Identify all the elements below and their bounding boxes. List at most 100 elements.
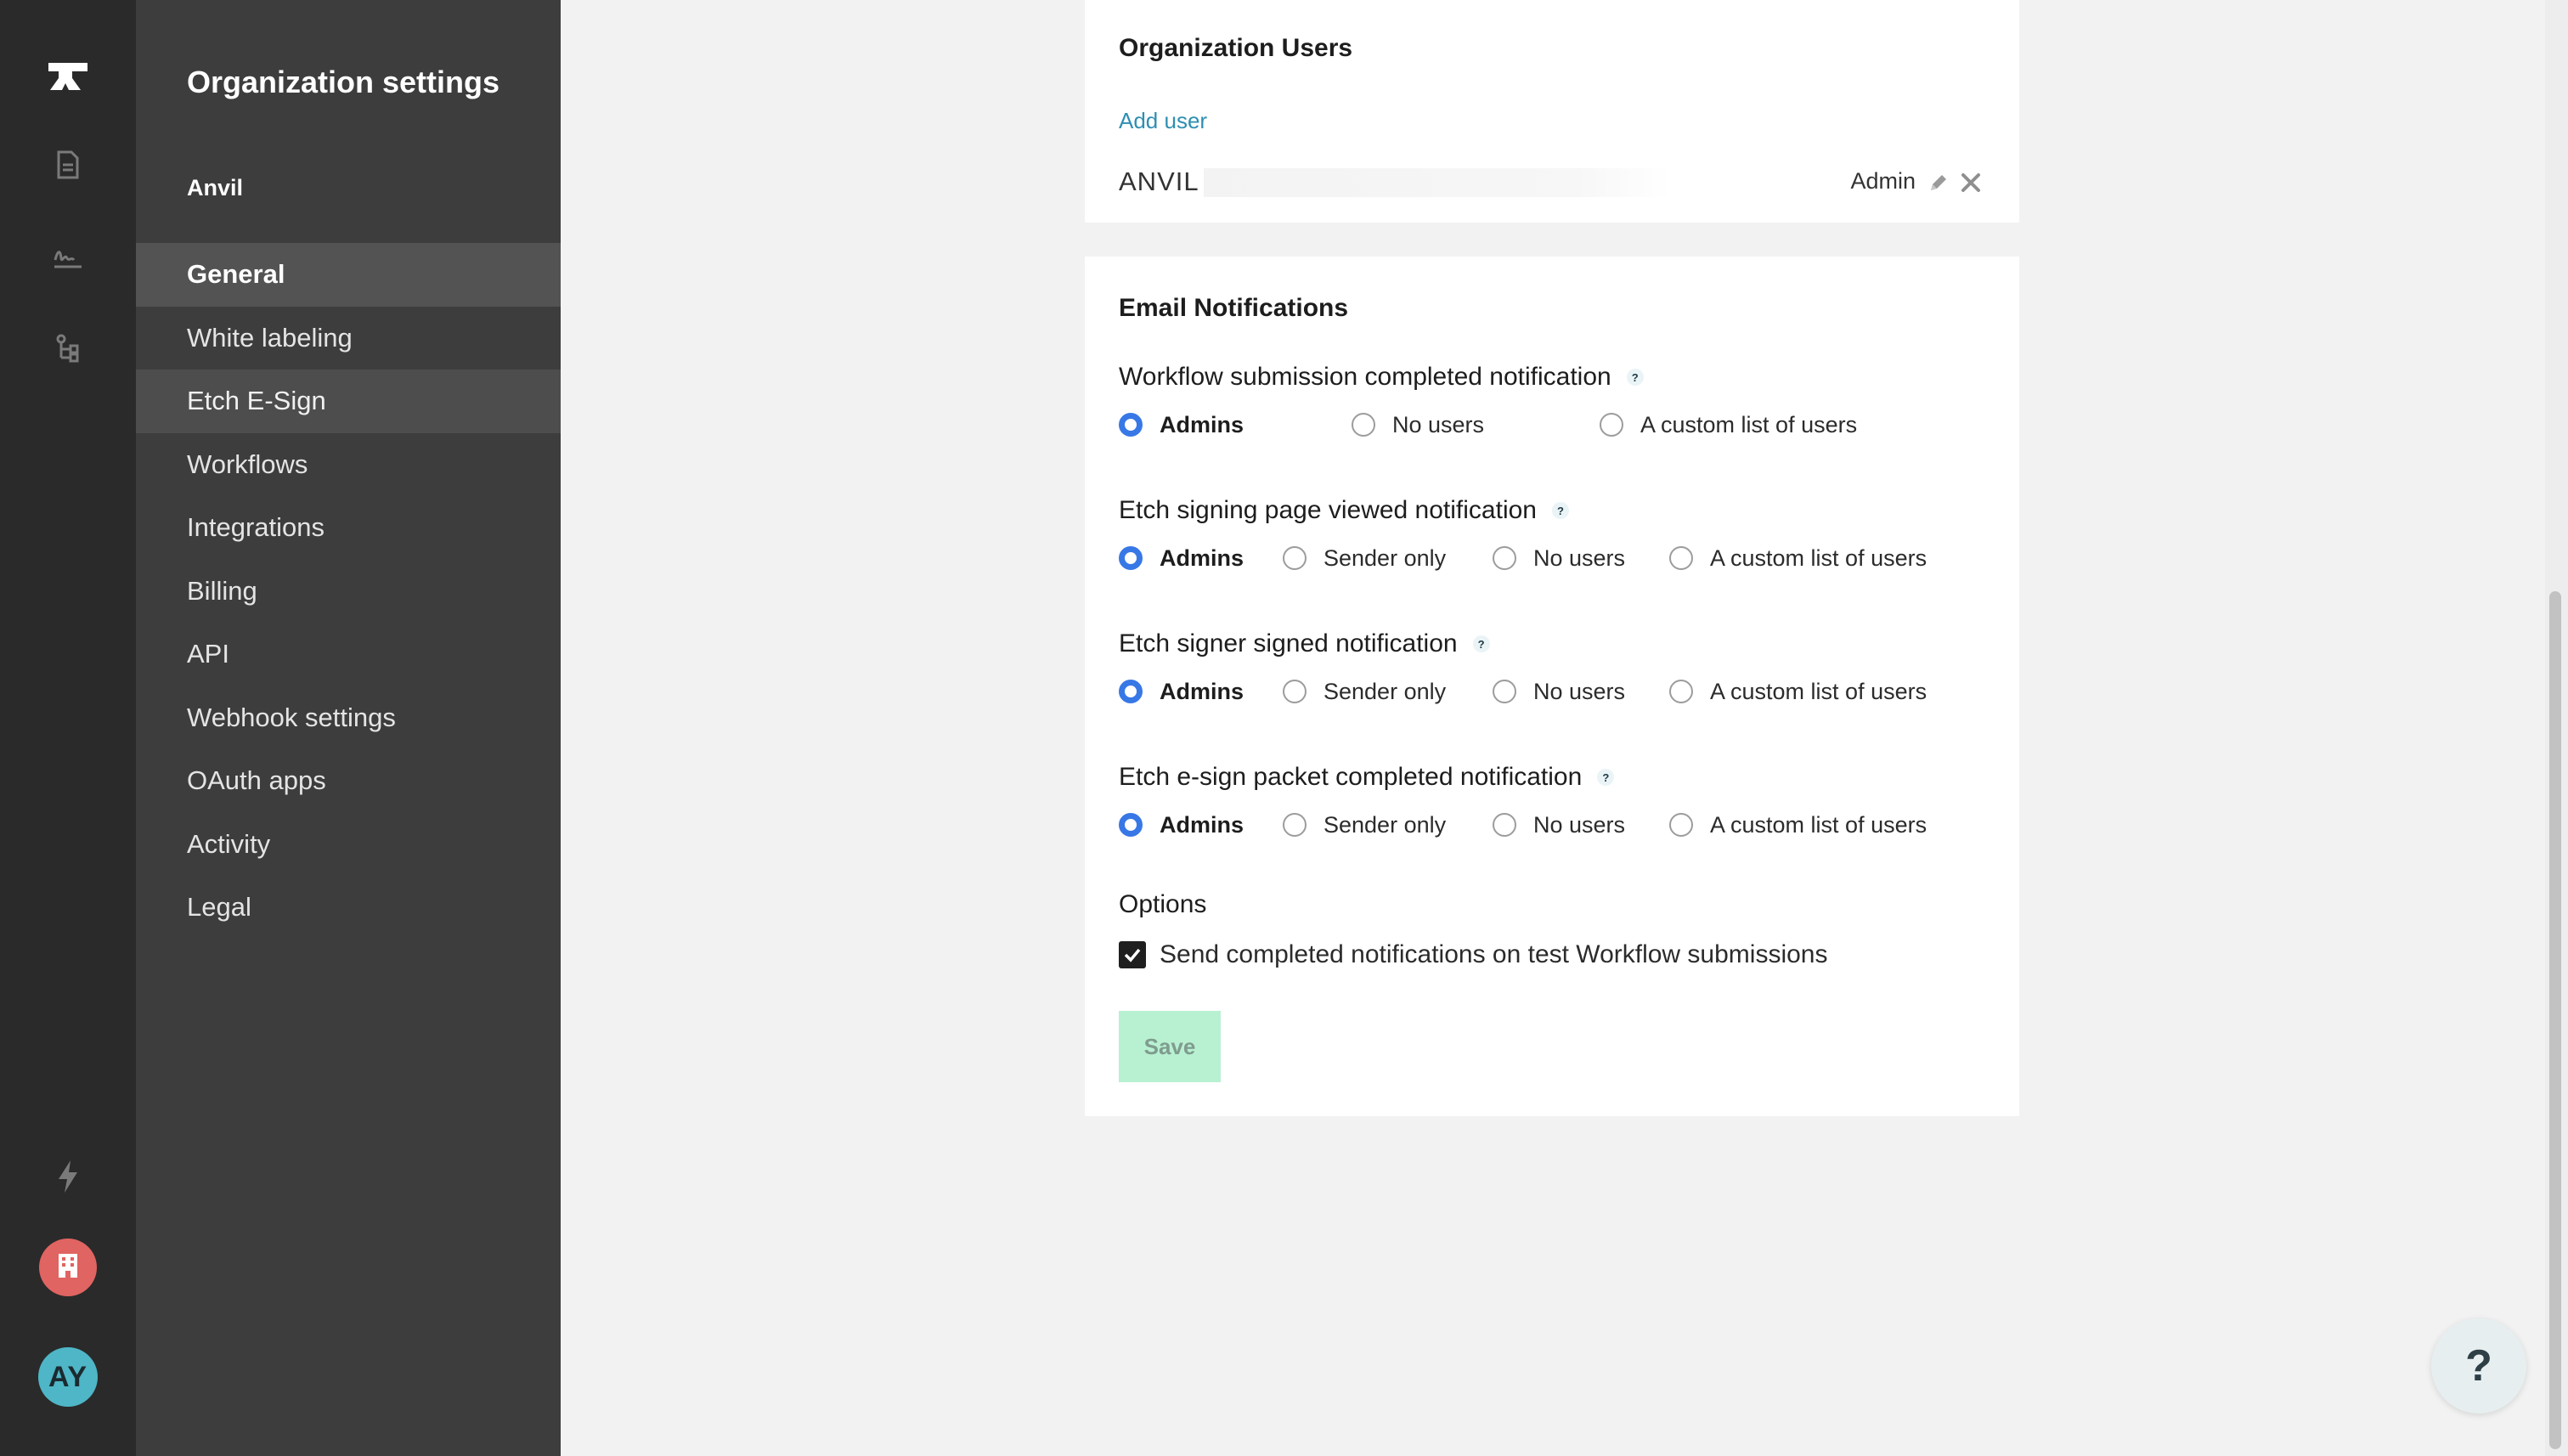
- radio-label: Admins: [1160, 411, 1244, 437]
- radio-empty-icon: [1283, 680, 1307, 703]
- test-submissions-checkbox[interactable]: Send completed notifications on test Wor…: [1119, 938, 1828, 972]
- add-user-link[interactable]: Add user: [1119, 108, 1207, 134]
- radio-label: No users: [1533, 678, 1626, 704]
- notification-group-signing-page-viewed: Etch signing page viewed notification ? …: [1119, 494, 1994, 575]
- radio-admins[interactable]: Admins: [1119, 674, 1244, 708]
- options-heading: Options: [1119, 890, 1207, 918]
- remove-user-icon[interactable]: [1956, 168, 1985, 197]
- radio-sender-only[interactable]: Sender only: [1283, 541, 1446, 575]
- radio-empty-icon: [1352, 413, 1375, 437]
- radio-label: Admins: [1160, 545, 1244, 571]
- radio-no-users[interactable]: No users: [1493, 541, 1625, 575]
- sidebar-item-general[interactable]: General: [136, 243, 561, 307]
- sidebar-item-etch-e-sign[interactable]: Etch E-Sign: [136, 370, 561, 433]
- group-label: Etch signer signed notification ?: [1119, 627, 1994, 661]
- radio-label: Sender only: [1324, 811, 1447, 838]
- settings-sidebar: Organization settings Anvil General Whit…: [136, 0, 561, 1456]
- radio-admins[interactable]: Admins: [1119, 541, 1244, 575]
- radio-label: A custom list of users: [1710, 545, 1927, 571]
- help-icon[interactable]: ?: [1551, 502, 1569, 519]
- radio-group: Admins Sender only No users A custom lis…: [1119, 541, 1994, 575]
- group-label: Workflow submission completed notificati…: [1119, 360, 1994, 394]
- radio-selected-icon: [1119, 413, 1143, 437]
- radio-admins[interactable]: Admins: [1119, 408, 1244, 442]
- settings-nav: General White labeling Etch E-Sign Workf…: [136, 243, 561, 940]
- sidebar-item-oauth-apps[interactable]: OAuth apps: [136, 749, 561, 813]
- avatar[interactable]: AY: [38, 1347, 98, 1407]
- page-scrollbar[interactable]: [2545, 0, 2568, 1456]
- help-chat-button[interactable]: ?: [2431, 1318, 2526, 1414]
- help-icon[interactable]: ?: [1597, 769, 1615, 786]
- building-icon: [56, 1252, 80, 1284]
- sidebar-item-legal[interactable]: Legal: [136, 876, 561, 940]
- radio-empty-icon: [1493, 680, 1516, 703]
- user-row: ANVIL Admin: [1119, 166, 1985, 200]
- sidebar-item-workflows[interactable]: Workflows: [136, 433, 561, 497]
- sidebar-item-api[interactable]: API: [136, 623, 561, 686]
- radio-no-users[interactable]: No users: [1352, 408, 1484, 442]
- user-name: ANVIL: [1119, 166, 1199, 196]
- group-label: Etch signing page viewed notification ?: [1119, 494, 1994, 528]
- radio-label: Admins: [1160, 678, 1244, 704]
- help-icon[interactable]: ?: [1626, 369, 1644, 386]
- documents-icon[interactable]: [0, 148, 136, 182]
- organization-users-card: Organization Users Add user ANVIL Admin: [1085, 0, 2019, 223]
- radio-label: A custom list of users: [1710, 678, 1927, 704]
- radio-custom-list[interactable]: A custom list of users: [1669, 674, 1927, 708]
- group-label-text: Etch signer signed notification: [1119, 629, 1458, 657]
- user-role: Admin: [1850, 168, 1916, 194]
- signature-icon[interactable]: [0, 241, 136, 275]
- sidebar-title: Organization settings: [187, 65, 500, 99]
- radio-group: Admins Sender only No users A custom lis…: [1119, 808, 1994, 842]
- radio-custom-list[interactable]: A custom list of users: [1600, 408, 1857, 442]
- radio-label: No users: [1533, 811, 1626, 838]
- main-content: Organization Users Add user ANVIL Admin …: [561, 0, 2548, 1456]
- group-label-text: Workflow submission completed notificati…: [1119, 363, 1611, 391]
- sidebar-item-white-labeling[interactable]: White labeling: [136, 307, 561, 370]
- email-notifications-card: Email Notifications Workflow submission …: [1085, 257, 2019, 1116]
- sidebar-item-activity[interactable]: Activity: [136, 813, 561, 877]
- radio-sender-only[interactable]: Sender only: [1283, 674, 1446, 708]
- radio-label: Admins: [1160, 811, 1244, 838]
- organization-switcher[interactable]: [39, 1239, 97, 1296]
- card-title: Email Notifications: [1119, 294, 1349, 322]
- radio-sender-only[interactable]: Sender only: [1283, 808, 1446, 842]
- lightning-icon[interactable]: [0, 1157, 136, 1196]
- radio-empty-icon: [1283, 813, 1307, 837]
- sidebar-item-integrations[interactable]: Integrations: [136, 496, 561, 560]
- radio-empty-icon: [1600, 413, 1623, 437]
- radio-custom-list[interactable]: A custom list of users: [1669, 808, 1927, 842]
- group-label-text: Etch e-sign packet completed notificatio…: [1119, 763, 1583, 791]
- radio-label: Sender only: [1324, 545, 1447, 571]
- scrollbar-thumb[interactable]: [2549, 591, 2561, 1449]
- group-label-text: Etch signing page viewed notification: [1119, 496, 1537, 524]
- notification-group-packet-completed: Etch e-sign packet completed notificatio…: [1119, 760, 1994, 842]
- checkbox-label: Send completed notifications on test Wor…: [1160, 940, 1828, 968]
- radio-empty-icon: [1283, 546, 1307, 570]
- checkbox-checked-icon: [1119, 941, 1146, 968]
- radio-custom-list[interactable]: A custom list of users: [1669, 541, 1927, 575]
- radio-admins[interactable]: Admins: [1119, 808, 1244, 842]
- sidebar-org-name: Anvil: [187, 175, 244, 200]
- radio-empty-icon: [1493, 546, 1516, 570]
- radio-label: A custom list of users: [1710, 811, 1927, 838]
- sidebar-item-webhook-settings[interactable]: Webhook settings: [136, 686, 561, 750]
- radio-group: Admins No users A custom list of users: [1119, 408, 1994, 442]
- notification-group-workflow-submission: Workflow submission completed notificati…: [1119, 360, 1994, 442]
- save-button[interactable]: Save: [1119, 1011, 1221, 1082]
- radio-empty-icon: [1669, 680, 1693, 703]
- notification-group-signer-signed: Etch signer signed notification ? Admins…: [1119, 627, 1994, 708]
- radio-empty-icon: [1669, 546, 1693, 570]
- radio-label: Sender only: [1324, 678, 1447, 704]
- sidebar-item-billing[interactable]: Billing: [136, 560, 561, 624]
- radio-selected-icon: [1119, 546, 1143, 570]
- card-title: Organization Users: [1119, 34, 1353, 62]
- radio-no-users[interactable]: No users: [1493, 674, 1625, 708]
- edit-icon[interactable]: [1924, 168, 1953, 197]
- radio-empty-icon: [1493, 813, 1516, 837]
- group-label: Etch e-sign packet completed notificatio…: [1119, 760, 1994, 794]
- radio-no-users[interactable]: No users: [1493, 808, 1625, 842]
- anvil-logo-icon[interactable]: [0, 53, 136, 100]
- workflow-tree-icon[interactable]: [0, 331, 136, 365]
- help-icon[interactable]: ?: [1472, 635, 1490, 652]
